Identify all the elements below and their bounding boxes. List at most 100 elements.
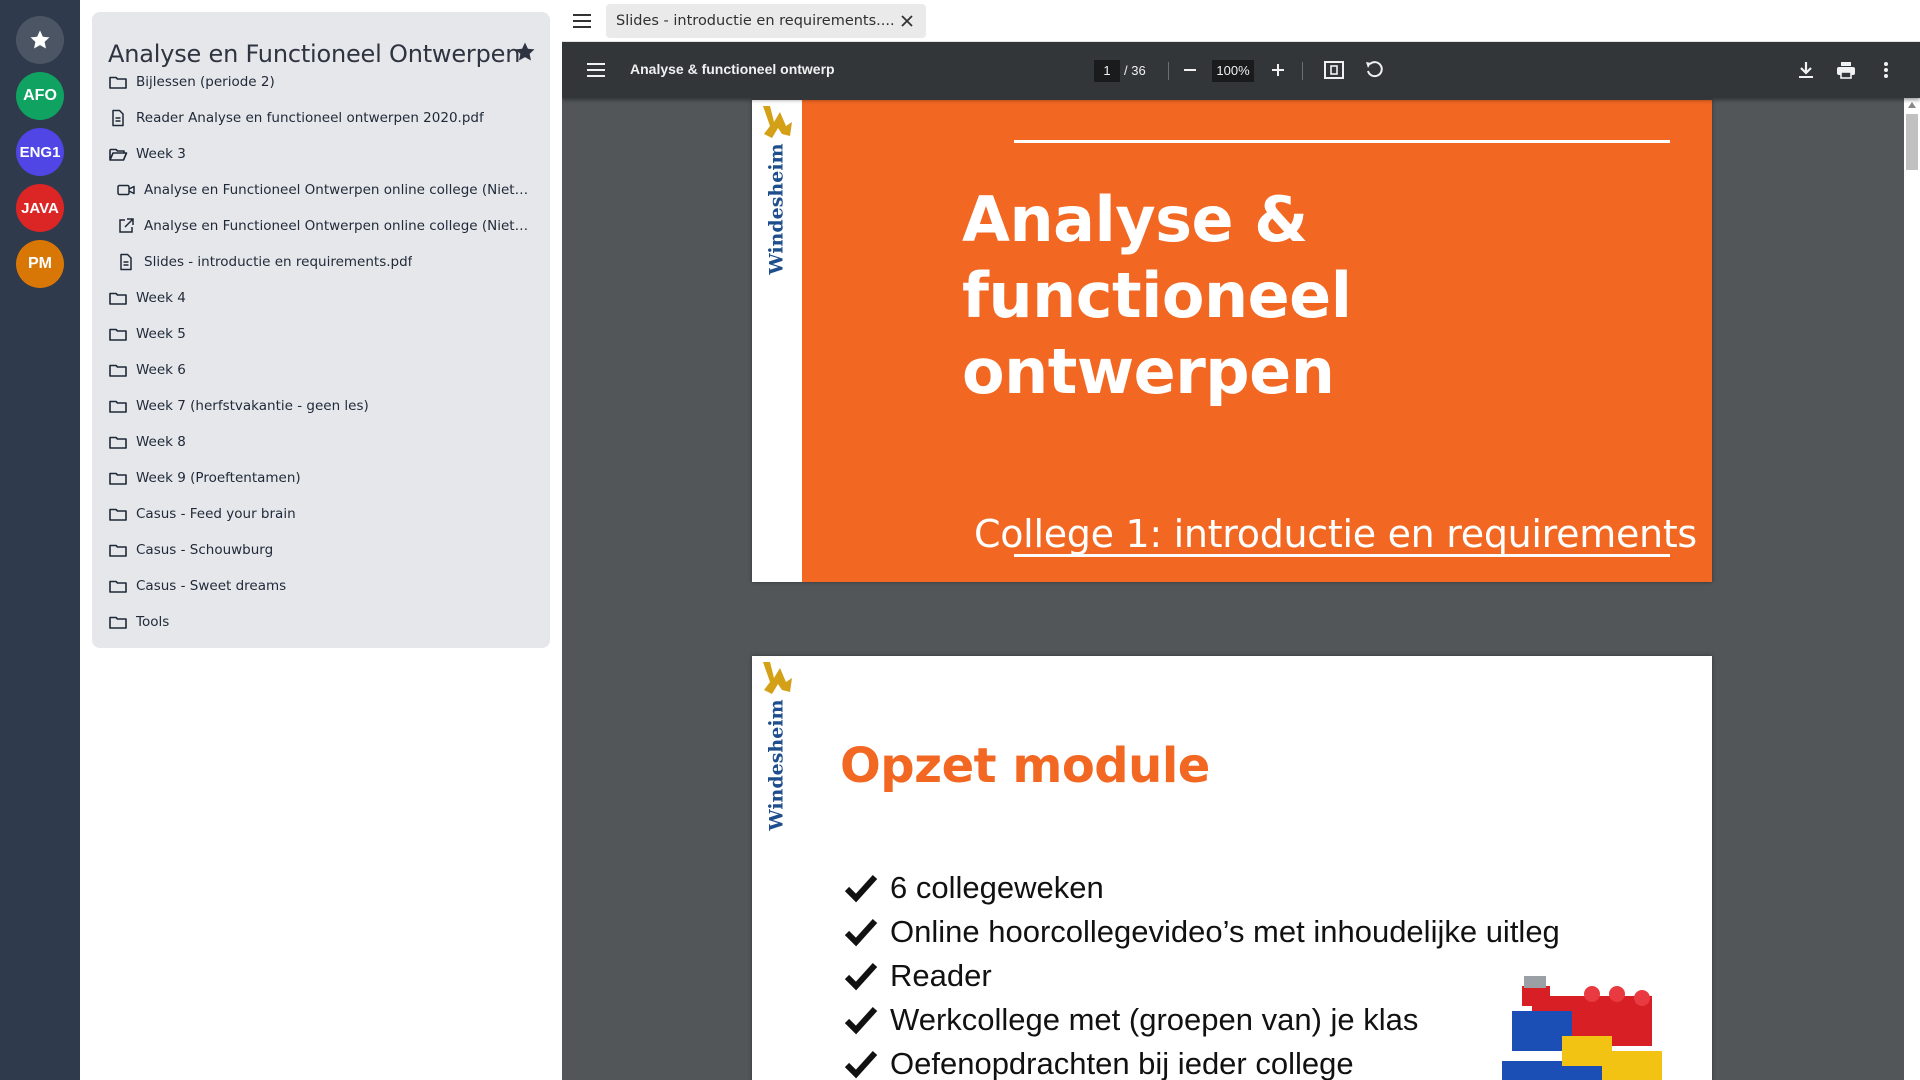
tree-item-label: Casus - Schouwburg bbox=[136, 542, 274, 558]
hamburger-icon bbox=[587, 63, 605, 77]
top-rule bbox=[1014, 140, 1670, 143]
download-icon bbox=[1799, 62, 1813, 78]
windesheim-logo-icon bbox=[763, 106, 792, 138]
pdf-viewer: Analyse & functioneel ontwerp 1 / 36 100… bbox=[562, 42, 1920, 1080]
checkmark-icon bbox=[844, 918, 878, 947]
tree-item-label: Tools bbox=[136, 614, 170, 630]
course-button-eng1[interactable]: ENG1 bbox=[16, 128, 64, 176]
tree-item-3[interactable]: Week 3 bbox=[108, 142, 186, 166]
fit-page-button[interactable] bbox=[1322, 58, 1346, 82]
title-slide-background: Analyse & functioneel ontwerpen College … bbox=[802, 100, 1712, 582]
tree-item-4[interactable]: Analyse en Functioneel Ontwerpen online … bbox=[116, 178, 532, 202]
folder-icon bbox=[108, 324, 128, 344]
print-button[interactable] bbox=[1834, 58, 1858, 82]
minus-icon bbox=[1184, 69, 1196, 71]
zoom-in-button[interactable] bbox=[1266, 58, 1290, 82]
bottom-rule bbox=[1014, 554, 1670, 557]
tree-item-label: Week 6 bbox=[136, 362, 186, 378]
tree-item-label: Casus - Feed your brain bbox=[136, 506, 296, 522]
browser-tab[interactable]: Slides - introductie en requirements.... bbox=[606, 4, 926, 38]
more-vertical-icon bbox=[1884, 62, 1888, 78]
scrollbar-thumb[interactable] bbox=[1906, 114, 1918, 170]
checkmark-icon bbox=[844, 1006, 878, 1035]
bullet-text: Werkcollege met (groepen van) je klas bbox=[890, 1002, 1419, 1037]
bullet-text: Reader bbox=[890, 958, 992, 993]
tree-item-label: Analyse en Functioneel Ontwerpen online … bbox=[144, 218, 532, 234]
course-button-java[interactable]: JAVA bbox=[16, 184, 64, 232]
tree-item-14[interactable]: Casus - Schouwburg bbox=[108, 538, 273, 562]
zoom-input[interactable]: 100% bbox=[1212, 60, 1254, 82]
tree-item-2[interactable]: Reader Analyse en functioneel ontwerpen … bbox=[108, 106, 484, 130]
app-rail: AFO ENG1 JAVA PM bbox=[0, 0, 80, 1080]
hamburger-icon bbox=[573, 14, 591, 28]
bullet-item: Reader bbox=[844, 956, 992, 996]
tree-item-16[interactable]: Tools bbox=[108, 610, 169, 634]
tab-title: Slides - introductie en requirements.... bbox=[616, 13, 895, 29]
checkmark-icon bbox=[844, 962, 878, 991]
video-icon bbox=[116, 180, 136, 200]
tree-item-5[interactable]: Analyse en Functioneel Ontwerpen online … bbox=[116, 214, 532, 238]
download-button[interactable] bbox=[1794, 58, 1818, 82]
pdf-page-1: Windesheim Analyse & functioneel ontwerp… bbox=[752, 100, 1712, 582]
bullet-item: 6 collegeweken bbox=[844, 868, 1104, 908]
folder-icon bbox=[108, 576, 128, 596]
favorites-button[interactable] bbox=[16, 16, 64, 64]
bullet-item: Online hoorcollegevideo’s met inhoudelij… bbox=[844, 912, 1560, 952]
course-panel: Analyse en Functioneel Ontwerpen Bijless… bbox=[80, 0, 562, 1080]
zoom-out-button[interactable] bbox=[1178, 58, 1202, 82]
folder-icon bbox=[108, 396, 128, 416]
document-icon bbox=[116, 252, 136, 272]
pdf-page-2: Windesheim Opzet module 6 collegeweken On… bbox=[752, 656, 1712, 1080]
tree-item-label: Week 5 bbox=[136, 326, 186, 342]
external-link-icon bbox=[116, 216, 136, 236]
print-icon bbox=[1837, 62, 1855, 79]
scroll-up-icon[interactable] bbox=[1908, 102, 1916, 108]
favorite-star-icon[interactable] bbox=[513, 40, 537, 64]
folder-icon bbox=[108, 540, 128, 560]
tree-item-13[interactable]: Casus - Feed your brain bbox=[108, 502, 296, 526]
tree-item-10[interactable]: Week 7 (herfstvakantie - geen les) bbox=[108, 394, 369, 418]
rotate-icon bbox=[1366, 61, 1383, 78]
folder-icon bbox=[108, 288, 128, 308]
course-button-pm[interactable]: PM bbox=[16, 240, 64, 288]
checkmark-icon bbox=[844, 1050, 878, 1079]
tree-item-label: Bijlessen (periode 2) bbox=[136, 74, 275, 90]
brand-wordmark: Windesheim bbox=[760, 699, 794, 830]
tree-item-1[interactable]: Bijlessen (periode 2) bbox=[108, 70, 275, 94]
tree-item-7[interactable]: Week 4 bbox=[108, 286, 186, 310]
tree-item-8[interactable]: Week 5 bbox=[108, 322, 186, 346]
tab-close-button[interactable] bbox=[898, 12, 916, 30]
lego-bricks-image bbox=[1502, 976, 1662, 1080]
tree-item-label: Analyse en Functioneel Ontwerpen online … bbox=[144, 182, 532, 198]
course-title: Analyse en Functioneel Ontwerpen bbox=[108, 40, 521, 68]
page-number-input[interactable]: 1 bbox=[1094, 60, 1120, 82]
bullet-text: Oefenopdrachten bij ieder college bbox=[890, 1046, 1354, 1080]
slide-title-line-1: Analyse & bbox=[962, 183, 1308, 256]
tree-item-9[interactable]: Week 6 bbox=[108, 358, 186, 382]
bullet-text: 6 collegeweken bbox=[890, 870, 1104, 905]
folder-icon bbox=[108, 468, 128, 488]
tab-menu-button[interactable] bbox=[568, 7, 596, 35]
tree-item-label: Week 4 bbox=[136, 290, 186, 306]
rotate-button[interactable] bbox=[1362, 58, 1386, 82]
page-total: / 36 bbox=[1124, 63, 1146, 78]
tree-item-15[interactable]: Casus - Sweet dreams bbox=[108, 574, 286, 598]
slide-title: Analyse & functioneel ontwerpen bbox=[962, 182, 1712, 410]
document-icon bbox=[108, 108, 128, 128]
fit-to-page-icon bbox=[1324, 61, 1344, 79]
pdf-scrollbar[interactable] bbox=[1904, 98, 1920, 1080]
windesheim-logo-icon bbox=[763, 662, 792, 694]
tree-item-6[interactable]: Slides - introductie en requirements.pdf bbox=[116, 250, 412, 274]
tree-item-label: Week 3 bbox=[136, 146, 186, 162]
folder-icon bbox=[108, 72, 128, 92]
pdf-toolbar: Analyse & functioneel ontwerp 1 / 36 100… bbox=[562, 42, 1920, 98]
brand-wordmark: Windesheim bbox=[760, 143, 794, 274]
more-options-button[interactable] bbox=[1874, 58, 1898, 82]
course-contents-card: Analyse en Functioneel Ontwerpen Bijless… bbox=[92, 12, 550, 648]
course-button-afo[interactable]: AFO bbox=[16, 72, 64, 120]
tree-item-12[interactable]: Week 9 (Proeftentamen) bbox=[108, 466, 301, 490]
tree-item-label: Slides - introductie en requirements.pdf bbox=[144, 254, 413, 270]
pdf-menu-button[interactable] bbox=[584, 58, 608, 82]
tree-item-11[interactable]: Week 8 bbox=[108, 430, 186, 454]
folder-icon bbox=[108, 432, 128, 452]
